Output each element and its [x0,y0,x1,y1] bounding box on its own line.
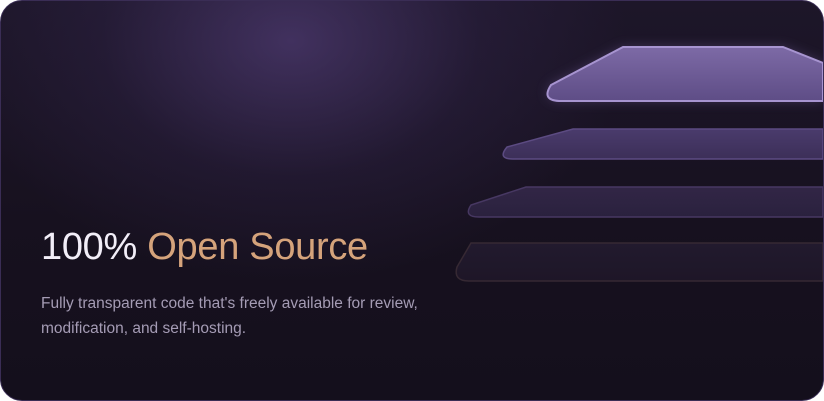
layer-2 [502,128,823,160]
open-source-card: 100% Open Source Fully transparent code … [0,0,824,401]
headline-percentage: 100% [41,226,137,268]
layer-1 [546,46,823,102]
headline: 100% Open Source [41,225,368,269]
description: Fully transparent code that's freely ava… [41,295,418,337]
headline-accent: Open Source [147,226,368,268]
layer-4 [455,242,823,282]
layer-3 [467,186,823,218]
